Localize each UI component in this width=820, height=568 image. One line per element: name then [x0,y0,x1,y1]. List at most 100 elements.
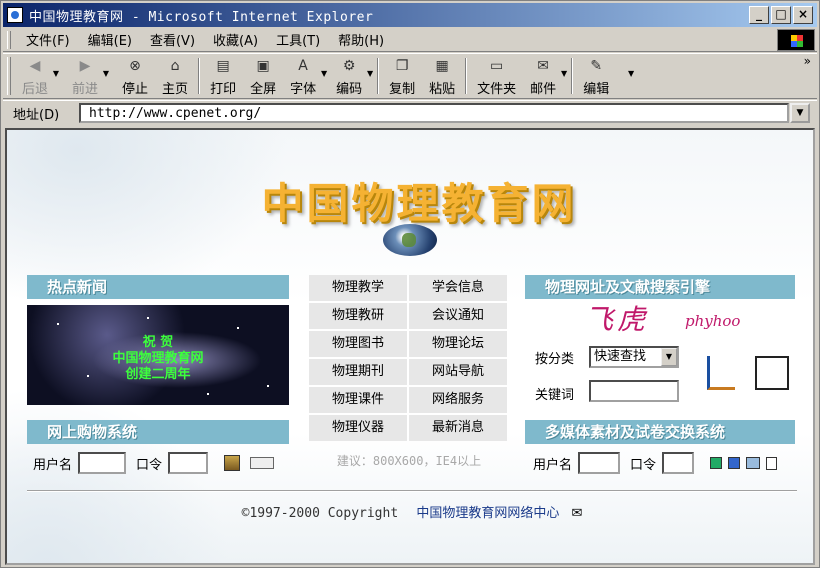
menu-tools[interactable]: 工具(T) [267,30,329,49]
multimedia-username-input[interactable] [578,452,621,474]
fullscreen-button[interactable]: ▣ 全屏 [243,55,283,97]
browser-window: 中国物理教育网 - Microsoft Internet Explorer _ … [0,0,820,568]
star-dot [267,385,269,387]
forward-button[interactable]: ▶ 前进 ▼ [65,55,109,97]
site-title: 中国物理教育网 [261,179,577,228]
menu-favorites[interactable]: 收藏(A) [204,30,267,49]
greeting-line-2: 中国物理教育网 [112,351,204,366]
category-selected-value: 快速查找 [594,349,647,364]
dropdown-arrow-icon[interactable]: ▼ [561,69,567,78]
ie-page-icon [7,7,23,23]
exchange-icon[interactable] [746,457,761,469]
mail-icon: ✉ [537,58,550,74]
encoding-button[interactable]: ⚙ 编码 ▼ [329,55,373,97]
password-label: 口令 [136,457,163,473]
mail-button[interactable]: ✉ 邮件 ▼ [523,55,567,97]
book-search-icon[interactable] [755,356,789,390]
menu-view[interactable]: 查看(V) [141,30,204,49]
menu-file[interactable]: 文件(F) [17,30,79,49]
nav-meeting-notice[interactable]: 会议通知 [409,303,507,329]
title-bar: 中国物理教育网 - Microsoft Internet Explorer _ … [3,3,817,27]
maximize-button[interactable]: □ [771,6,791,24]
hot-news-banner[interactable]: 祝 贺 中国物理教育网 创建二周年 [27,305,289,405]
mail-icon[interactable]: ✉ [571,506,582,521]
menu-help[interactable]: 帮助(H) [329,30,393,49]
globe-icon[interactable] [383,224,437,256]
nav-physics-forum[interactable]: 物理论坛 [409,331,507,357]
nav-physics-courseware[interactable]: 物理课件 [309,387,407,413]
toolbar-separator [465,58,468,94]
nav-physics-journals[interactable]: 物理期刊 [309,359,407,385]
font-button[interactable]: A 字体 ▼ [283,55,327,97]
category-select[interactable]: 快速查找 ▼ [589,346,679,368]
address-label: 地址(D) [13,107,60,123]
nav-physics-research[interactable]: 物理教研 [309,303,407,329]
nav-latest-news[interactable]: 最新消息 [409,415,507,441]
shopping-username-input[interactable] [78,452,127,474]
folders-button[interactable]: ▭ 文件夹 [470,55,523,97]
network-center-link[interactable]: 中国物理教育网网络中心 [416,506,559,521]
copy-button[interactable]: ❐ 复制 [382,55,422,97]
media-icon[interactable] [728,457,741,469]
category-label-row: 按分类 [535,348,574,367]
toolbar-more-chevron[interactable]: » [804,54,811,68]
multimedia-login-form: 用户名 口令 [533,452,778,474]
dropdown-arrow-icon[interactable]: ▼ [628,69,634,78]
back-arrow-icon: ◀ [29,58,41,74]
home-button[interactable]: ⌂ 主页 [155,55,195,97]
address-bar: 地址(D) http://www.cpenet.org/ ▼ [3,100,817,125]
document-icon[interactable] [766,456,778,470]
dropdown-arrow-icon[interactable]: ▼ [53,69,59,78]
window-title: 中国物理教育网 - Microsoft Internet Explorer [29,9,374,25]
star-dot [207,393,209,395]
printer-icon: ▤ [216,58,230,74]
shopping-password-input[interactable] [168,452,209,474]
standard-toolbar: ◀ 后退 ▼ ▶ 前进 ▼ ⊗ 停止 ⌂ 主页 ▤ 打印 ▣ 全屏 A 字体 ▼… [3,53,817,99]
network-search-icon[interactable] [707,356,735,390]
keyword-input[interactable] [589,380,679,402]
fullscreen-icon: ▣ [256,58,270,74]
dropdown-arrow-icon[interactable]: ▼ [103,69,109,78]
dropdown-arrow-icon[interactable]: ▼ [367,69,373,78]
select-arrow-icon: ▼ [661,348,677,366]
forward-arrow-icon: ▶ [79,58,91,74]
clipboard-login-icon[interactable] [224,455,241,471]
home-icon: ⌂ [170,58,180,74]
footer-divider [27,490,797,492]
grid-icon[interactable] [710,457,723,469]
folder-icon: ▭ [490,58,504,74]
nav-physics-books[interactable]: 物理图书 [309,331,407,357]
resolution-hint: 建议：800X600，IE4以上 [336,454,482,468]
stop-button[interactable]: ⊗ 停止 [115,55,155,97]
close-button[interactable]: × [793,6,813,24]
shopping-login-form: 用户名 口令 [33,452,275,474]
menu-grip [7,30,11,49]
phyhoo-logo[interactable]: phyhoo [685,312,740,330]
address-dropdown-button[interactable]: ▼ [790,103,810,123]
star-dot [147,317,149,319]
feihu-logo[interactable]: 飞虎 [585,298,649,338]
anniversary-greeting: 祝 贺 中国物理教育网 创建二周年 [27,335,289,383]
hot-news-header: 热点新闻 [27,275,289,299]
back-button[interactable]: ◀ 后退 ▼ [15,55,59,97]
nav-network-service[interactable]: 网络服务 [409,387,507,413]
paste-button[interactable]: ▦ 粘贴 [422,55,462,97]
address-input[interactable]: http://www.cpenet.org/ [79,103,789,123]
nav-physics-teaching[interactable]: 物理教学 [309,275,407,301]
copyright-text: ©1997-2000 Copyright [241,506,399,521]
minimize-button[interactable]: _ [749,6,769,24]
print-button[interactable]: ▤ 打印 [203,55,243,97]
edit-button[interactable]: ✎ 编辑 ▼ [576,55,634,97]
multimedia-password-input[interactable] [662,452,695,474]
keyword-label: 关键词 [535,388,575,403]
nav-site-navigation[interactable]: 网站导航 [409,359,507,385]
multimedia-header: 多媒体素材及试卷交换系统 [525,420,795,444]
nav-society-info[interactable]: 学会信息 [409,275,507,301]
star-dot [57,323,59,325]
menu-edit[interactable]: 编辑(E) [79,30,141,49]
nav-physics-instruments[interactable]: 物理仪器 [309,415,407,441]
windows-logo-icon [791,35,803,47]
dropdown-arrow-icon[interactable]: ▼ [321,69,327,78]
register-mail-icon[interactable] [250,457,275,469]
category-label: 按分类 [535,352,575,367]
